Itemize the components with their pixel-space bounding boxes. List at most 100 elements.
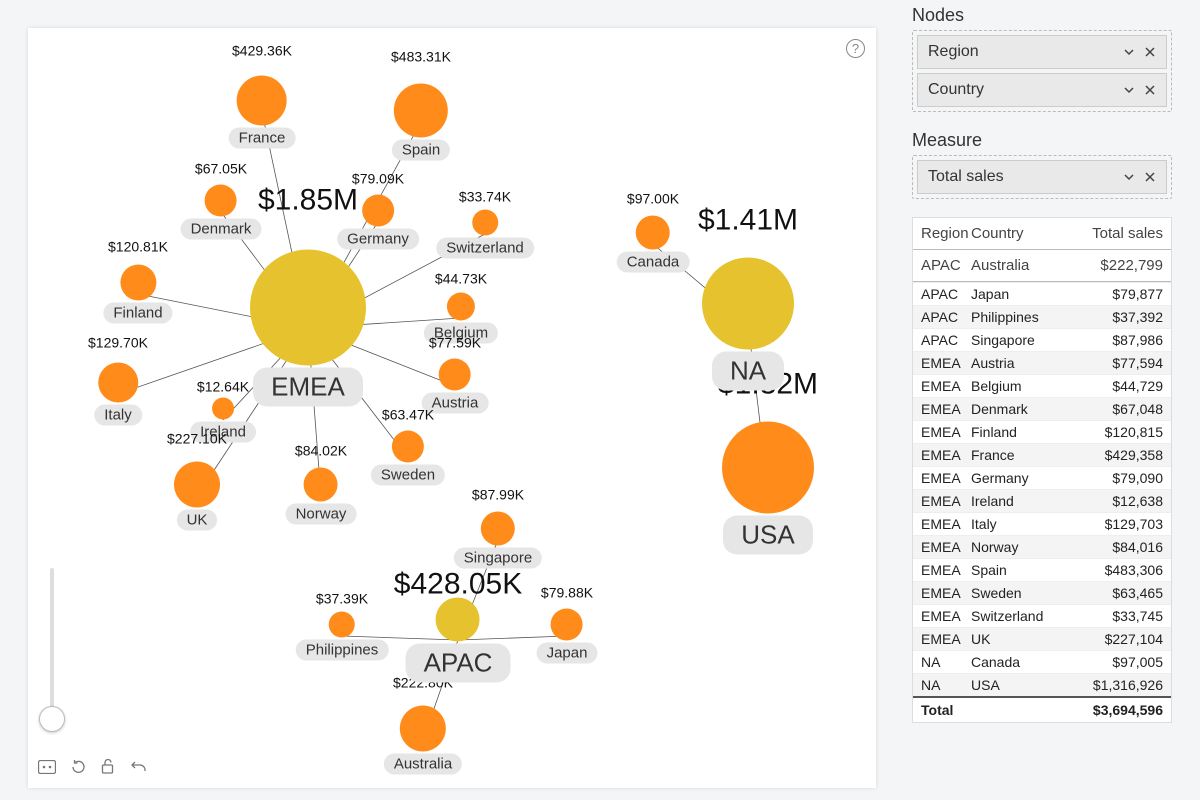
country-node-spain[interactable]: $483.31KSpain (392, 84, 450, 161)
node-value: $120.81K (108, 239, 168, 255)
table-row[interactable]: EMEAItaly$129,703 (913, 512, 1171, 535)
cell-region: EMEA (913, 562, 971, 578)
col-header-region[interactable]: Region (913, 225, 971, 242)
col-header-country[interactable]: Country (971, 225, 1063, 242)
table-row[interactable]: EMEASwitzerland$33,745 (913, 604, 1171, 627)
cell-country: Singapore (971, 332, 1063, 348)
node-value: $44.73K (435, 271, 487, 287)
table-row[interactable]: APACJapan$79,877 (913, 282, 1171, 305)
chevron-down-icon[interactable] (1118, 170, 1140, 184)
country-node-philippines[interactable]: $37.39KPhilippines (296, 612, 389, 661)
country-node-uk[interactable]: $227.10KUK (174, 462, 220, 531)
cell-region: EMEA (913, 447, 971, 463)
zoom-slider[interactable] (50, 568, 54, 728)
table-row[interactable]: EMEAAustria$77,594 (913, 351, 1171, 374)
country-node-singapore[interactable]: $87.99KSingapore (454, 512, 542, 569)
country-node-finland[interactable]: $120.81KFinland (103, 265, 172, 324)
cell-country: Austria (971, 355, 1063, 371)
field-country[interactable]: Country (917, 73, 1167, 107)
node-label: Italy (94, 405, 142, 426)
node-value: $12.64K (197, 379, 249, 395)
lock-icon[interactable] (101, 758, 116, 780)
chevron-down-icon[interactable] (1118, 45, 1140, 59)
cell-sales: $84,016 (1063, 539, 1171, 555)
cell-region: NA (913, 677, 971, 693)
country-node-austria[interactable]: $77.59KAustria (422, 359, 489, 414)
refresh-icon[interactable] (70, 758, 87, 780)
region-node-emea[interactable]: $1.85MEMEA (250, 250, 366, 407)
node-bubble (439, 359, 471, 391)
cell-country: Ireland (971, 493, 1063, 509)
measure-well-title: Measure (912, 130, 1172, 151)
field-measure[interactable]: Total sales (917, 160, 1167, 194)
table-row[interactable]: EMEANorway$84,016 (913, 535, 1171, 558)
table-row[interactable]: NACanada$97,005 (913, 650, 1171, 673)
table-row[interactable]: EMEAIreland$12,638 (913, 489, 1171, 512)
node-bubble (447, 293, 475, 321)
country-node-sweden[interactable]: $63.47KSweden (371, 431, 445, 486)
region-node-na[interactable]: $1.41MNA (702, 258, 794, 391)
node-label: NA (712, 352, 784, 391)
node-value: $97.00K (627, 191, 679, 207)
cell-region: EMEA (913, 378, 971, 394)
remove-icon[interactable] (1140, 171, 1160, 183)
chevron-down-icon[interactable] (1118, 83, 1140, 97)
node-bubble (394, 84, 448, 138)
table-row[interactable]: EMEAFrance$429,358 (913, 443, 1171, 466)
country-node-australia[interactable]: $222.80KAustralia (384, 706, 462, 775)
table-row[interactable]: EMEASweden$63,465 (913, 581, 1171, 604)
table-row[interactable]: EMEAUK$227,104 (913, 627, 1171, 650)
node-bubble (702, 258, 794, 350)
cell-country: Philippines (971, 309, 1063, 325)
table-row[interactable]: EMEADenmark$67,048 (913, 397, 1171, 420)
node-label: EMEA (253, 368, 363, 407)
cell-sales: $79,877 (1063, 286, 1171, 302)
cell-country: Finland (971, 424, 1063, 440)
table-row[interactable]: EMEAGermany$79,090 (913, 466, 1171, 489)
nodes-well[interactable]: Region Country (912, 30, 1172, 112)
measure-well[interactable]: Total sales (912, 155, 1172, 199)
country-node-canada[interactable]: $97.00KCanada (617, 216, 690, 273)
field-label: Total sales (928, 168, 1118, 186)
table-row[interactable]: EMEAFinland$120,815 (913, 420, 1171, 443)
node-bubble (636, 216, 670, 250)
region-node-apac[interactable]: $428.05KAPAC (406, 598, 511, 683)
node-bubble (436, 598, 480, 642)
cell-region: EMEA (913, 585, 971, 601)
cell-sales: $67,048 (1063, 401, 1171, 417)
zoom-slider-thumb[interactable] (39, 706, 65, 732)
chart-canvas[interactable]: ? $429.36KFrance$483.31KSpain$67.05KDenm… (28, 28, 876, 788)
focus-mode-icon[interactable] (38, 759, 56, 779)
country-node-france[interactable]: $429.36KFrance (229, 76, 296, 149)
node-label: France (229, 128, 296, 149)
node-bubble (472, 210, 498, 236)
country-node-japan[interactable]: $79.88KJapan (537, 609, 598, 664)
undo-icon[interactable] (130, 759, 147, 779)
node-label: Spain (392, 140, 450, 161)
table-row[interactable]: APACPhilippines$37,392 (913, 305, 1171, 328)
cell-region: APAC (913, 309, 971, 325)
node-bubble (237, 76, 287, 126)
country-node-norway[interactable]: $84.02KNorway (286, 468, 357, 525)
table-row[interactable]: APACAustralia$222,799 (913, 250, 1171, 282)
remove-icon[interactable] (1140, 46, 1160, 58)
region-node-usa[interactable]: $1.32MUSA (722, 422, 814, 555)
node-bubble (722, 422, 814, 514)
node-bubble (392, 431, 424, 463)
country-node-italy[interactable]: $129.70KItaly (94, 363, 142, 426)
table-row[interactable]: EMEABelgium$44,729 (913, 374, 1171, 397)
table-row[interactable]: APACSingapore$87,986 (913, 328, 1171, 351)
node-value: $84.02K (295, 443, 347, 459)
total-label: Total (913, 702, 971, 718)
node-value: $1.85M (258, 184, 358, 218)
cell-region: EMEA (913, 424, 971, 440)
field-region[interactable]: Region (917, 35, 1167, 69)
node-label: Canada (617, 252, 690, 273)
country-node-denmark[interactable]: $67.05KDenmark (181, 185, 262, 240)
remove-icon[interactable] (1140, 84, 1160, 96)
country-node-switzerland[interactable]: $33.74KSwitzerland (436, 210, 534, 259)
col-header-sales[interactable]: Total sales (1063, 225, 1171, 242)
table-row[interactable]: NAUSA$1,316,926 (913, 673, 1171, 696)
table-row[interactable]: EMEASpain$483,306 (913, 558, 1171, 581)
node-label: UK (177, 510, 218, 531)
